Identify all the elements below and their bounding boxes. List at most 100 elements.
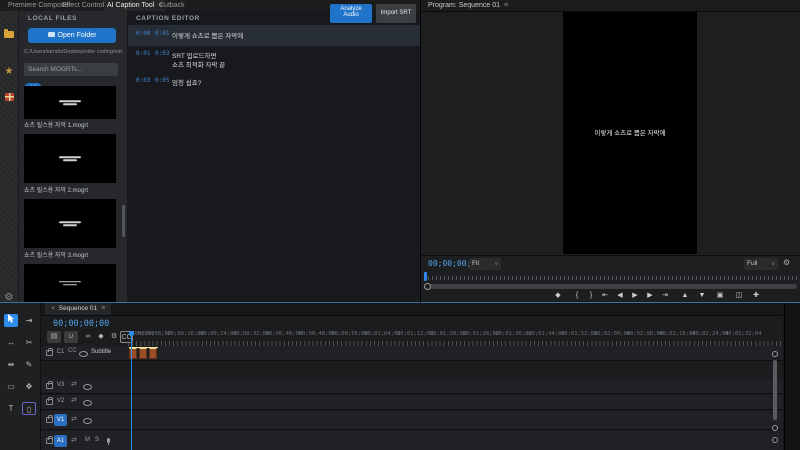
settings-wrench-button[interactable]: ⚙ [783,258,790,267]
panel-menu-icon[interactable]: ≡ [101,305,105,312]
scrollbar-knob[interactable] [772,425,778,431]
caption-start-time[interactable]: 0:01 [136,50,150,57]
mogrt-thumbnail[interactable] [24,86,116,119]
scrollbar-knob[interactable] [772,437,778,443]
caption-start-time[interactable]: 0:00 [136,30,150,37]
extract-button[interactable]: ▼ [695,290,709,302]
mark-out-button[interactable]: } [584,290,598,302]
mogrt-thumbnail[interactable] [24,264,116,302]
sync-lock-icon[interactable]: ⇄ [71,396,77,404]
caption-start-time[interactable]: 0:03 [136,77,150,84]
video-track-row-v3[interactable]: V3 ⇄ [41,379,783,393]
pen-tool[interactable]: ✎ [22,358,36,371]
caption-text[interactable]: 엄청 쉽죠? [172,77,201,87]
caption-text[interactable]: 쇼츠 최적화 자막 끝 [172,59,225,69]
timeline-ruler[interactable]: 00;0000;00;08;0000;00;16;0000;00;24;0000… [128,330,783,346]
track-output-eye-icon[interactable] [83,400,92,406]
import-srt-button[interactable]: Import SRT [376,4,416,23]
audio-track-row-a1[interactable]: A1 ⇄ M S [41,431,783,450]
caption-text[interactable]: 이렇게 쇼츠로 뽑은 자막에 [172,30,243,40]
premium-icon[interactable] [3,91,15,103]
subtitle-clip[interactable] [139,348,147,359]
sync-lock-icon[interactable]: ⇄ [71,436,77,444]
caption-end-time[interactable]: 0:01 [155,30,169,37]
caption-end-time[interactable]: 0:05 [155,77,169,84]
timeline-playhead[interactable] [131,336,132,450]
ripple-edit-tool[interactable]: ↔ [4,336,18,349]
track-output-eye-icon[interactable] [79,351,88,357]
track-badge-v3[interactable]: V3 [54,381,67,390]
scrollbar-knob[interactable] [424,283,431,290]
lock-icon[interactable] [46,417,53,423]
captions-track-icon[interactable]: CC [68,348,77,354]
mark-in-button[interactable]: { [570,290,584,302]
slip-tool[interactable]: ⇹ [4,358,18,371]
step-forward-button[interactable]: ▶ [643,290,657,302]
tab-cutback[interactable]: Cutback [156,0,188,11]
local-files-scrollbar[interactable] [122,205,125,237]
go-to-out-button[interactable]: ⇥ [658,290,672,302]
caption-end-time[interactable]: 0:03 [155,50,169,57]
caption-row[interactable]: 0:01 0:03 SRT 업로드하면 쇼츠 최적화 자막 끝 [128,47,420,72]
track-badge-a1[interactable]: A1 [54,435,67,447]
track-badge-v2[interactable]: V2 [54,397,67,406]
program-ruler[interactable] [424,274,797,280]
linked-selection-icon[interactable]: ∞ [81,331,95,343]
export-frame-button[interactable]: ▣ [713,290,727,302]
lift-button[interactable]: ▲ [678,290,692,302]
subtitle-clip[interactable] [149,348,157,359]
search-input[interactable]: Search MOGRTs... [24,63,118,76]
playback-resolution-select[interactable]: ∨Full [744,258,778,270]
play-button[interactable]: ▶ [628,290,642,302]
add-marker-button[interactable]: ◆ [551,290,565,302]
track-badge-v1[interactable]: V1 [54,414,67,426]
scrollbar-thumb[interactable] [773,360,777,420]
step-back-button[interactable]: ◀ [613,290,627,302]
favorites-icon[interactable]: ★ [3,61,15,73]
selection-tool[interactable] [4,314,18,327]
type-tool[interactable]: T [4,402,18,415]
sync-lock-icon[interactable]: ⇄ [71,415,77,423]
sync-lock-icon[interactable]: ⇄ [71,380,77,388]
timeline-timecode[interactable]: 00;00;00;00 [53,319,109,329]
caption-row[interactable]: 0:00 0:01 이렇게 쇼츠로 뽑은 자막에 [128,25,420,46]
video-track-row-v1[interactable]: V1 ⇄ [41,411,783,429]
subtitle-track-row[interactable]: C1 CC Subtitle [41,346,783,360]
vertical-type-tool[interactable]: ▯ [22,402,36,415]
add-marker-icon[interactable]: ◆ [94,331,108,343]
open-folder-button[interactable]: Open Folder [28,28,116,43]
mogrt-thumbnail[interactable] [24,134,116,183]
comparison-view-button[interactable]: ◫ [732,290,746,302]
panel-menu-icon[interactable]: ≡ [504,2,508,9]
scrollbar-knob[interactable] [772,351,778,357]
rectangle-tool[interactable]: ▭ [4,380,18,393]
solo-button[interactable]: S [95,437,99,443]
caption-row[interactable]: 0:03 0:05 엄청 쉽죠? [128,73,420,89]
track-select-forward-tool[interactable]: ⇥ [22,314,36,327]
video-track-row-v2[interactable]: V2 ⇄ [41,395,783,409]
lock-icon[interactable] [46,350,53,356]
video-preview[interactable]: 이렇게 쇼츠로 뽑은 자막에 [563,12,697,254]
voiceover-mic-icon[interactable] [107,438,110,443]
settings-button[interactable]: ⚙ [3,287,15,299]
lock-icon[interactable] [46,438,53,444]
local-files-icon[interactable] [3,28,15,40]
mute-button[interactable]: M [85,437,90,443]
snap-icon[interactable]: ∪ [64,331,78,343]
tab-sequence-01[interactable]: ×Sequence 01≡ [45,303,111,315]
go-to-in-button[interactable]: ⇤ [598,290,612,302]
insert-sequence-icon[interactable]: ▤ [47,331,61,343]
mogrt-thumbnail[interactable] [24,199,116,248]
subtitle-track-badge[interactable]: C1 [54,348,67,357]
razor-tool[interactable]: ✂ [22,336,36,349]
track-output-eye-icon[interactable] [83,418,92,424]
lock-icon[interactable] [46,383,53,389]
close-icon[interactable]: × [51,305,55,312]
analyze-audio-button[interactable]: Analyze Audio [330,4,372,23]
lock-icon[interactable] [46,399,53,405]
program-playhead[interactable] [424,272,427,281]
timeline-settings-wrench-icon[interactable]: ⚙ [107,331,121,343]
tab-program-sequence[interactable]: Program: Sequence 01≡ [425,0,511,11]
zoom-level-select[interactable]: ∨Fit [469,258,501,270]
track-output-eye-icon[interactable] [83,384,92,390]
